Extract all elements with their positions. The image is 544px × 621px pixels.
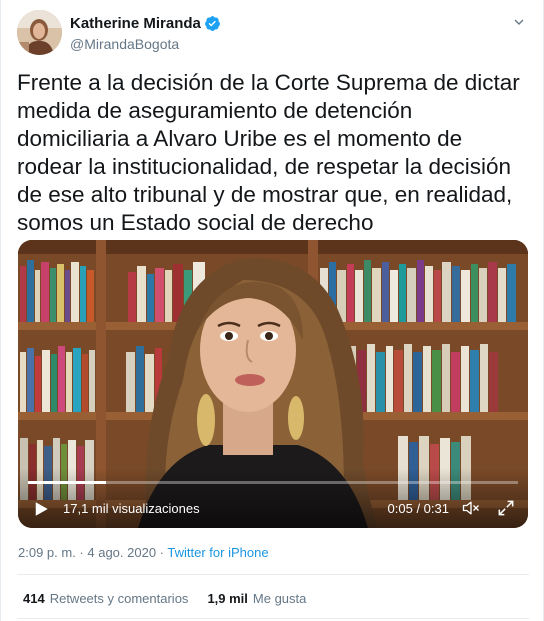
video-controls: 17,1 mil visualizaciones 0:05 / 0:31 bbox=[18, 468, 528, 528]
meta-separator-2: · bbox=[156, 545, 168, 560]
tweet-stats: 414 Retweets y comentarios 1,9 mil Me gu… bbox=[23, 591, 325, 606]
video-time: 0:05 / 0:31 bbox=[387, 501, 449, 516]
video-progress-fill bbox=[28, 481, 107, 484]
name-row: Katherine Miranda bbox=[70, 14, 221, 32]
video-view-count: 17,1 mil visualizaciones bbox=[63, 501, 200, 516]
chevron-down-icon[interactable] bbox=[511, 14, 527, 30]
meta-separator: · bbox=[75, 545, 88, 560]
likes-stat[interactable]: 1,9 mil Me gusta bbox=[207, 591, 306, 606]
tweet-source-link[interactable]: Twitter for iPhone bbox=[167, 545, 268, 560]
retweets-label: Retweets y comentarios bbox=[49, 591, 189, 606]
verified-badge-icon bbox=[204, 15, 220, 31]
divider bbox=[17, 574, 529, 575]
tweet-text: Frente a la decisión de la Corte Suprema… bbox=[17, 70, 520, 235]
video-player[interactable]: 17,1 mil visualizaciones 0:05 / 0:31 bbox=[18, 240, 528, 528]
play-icon[interactable] bbox=[32, 500, 50, 518]
retweets-stat[interactable]: 414 Retweets y comentarios bbox=[23, 591, 188, 606]
avatar[interactable] bbox=[17, 10, 62, 55]
author-name[interactable]: Katherine Miranda bbox=[70, 15, 201, 32]
bottom-divider bbox=[17, 618, 529, 619]
likes-label: Me gusta bbox=[252, 591, 307, 606]
author-handle[interactable]: @MirandaBogota bbox=[70, 36, 221, 52]
video-progress-bar[interactable] bbox=[28, 481, 518, 484]
tweet-timestamp: 2:09 p. m. · 4 ago. 2020 · Twitter for i… bbox=[18, 545, 269, 560]
tweet-time[interactable]: 2:09 p. m. bbox=[18, 545, 76, 560]
retweets-count: 414 bbox=[23, 591, 45, 606]
likes-count: 1,9 mil bbox=[207, 591, 248, 606]
fullscreen-icon[interactable] bbox=[496, 498, 516, 518]
tweet-card: Katherine Miranda @MirandaBogota Frente … bbox=[0, 0, 544, 621]
tweet-date[interactable]: 4 ago. 2020 bbox=[87, 545, 156, 560]
volume-muted-icon[interactable] bbox=[460, 498, 482, 518]
author-info: Katherine Miranda @MirandaBogota bbox=[70, 14, 221, 52]
avatar-image bbox=[17, 10, 62, 55]
tweet-header: Katherine Miranda @MirandaBogota bbox=[17, 10, 531, 58]
